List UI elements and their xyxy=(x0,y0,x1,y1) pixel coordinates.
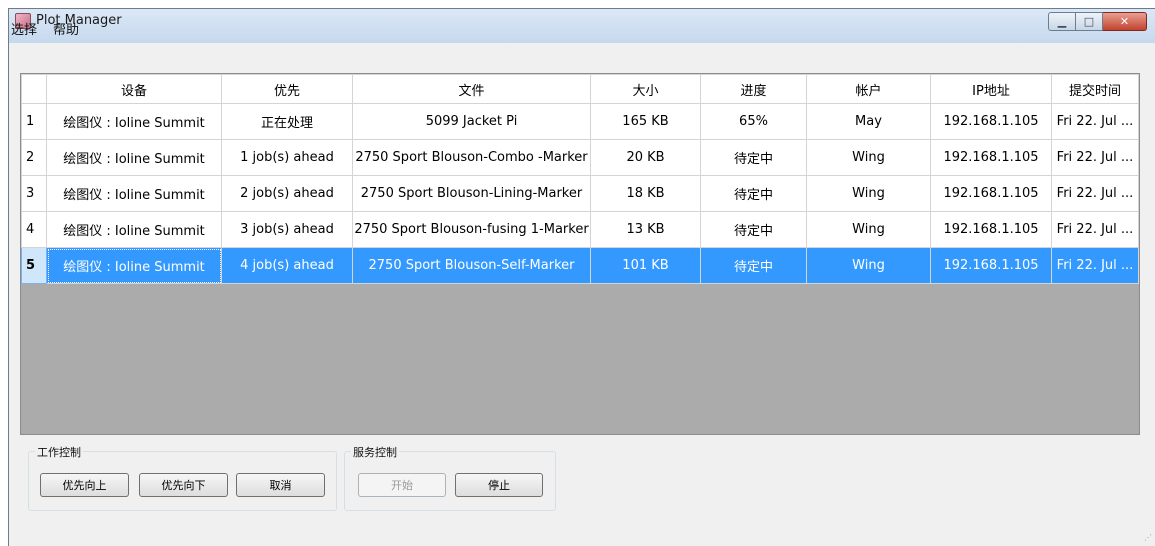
cell-progress[interactable]: 待定中 xyxy=(700,175,807,212)
cell-progress[interactable]: 待定中 xyxy=(700,139,807,176)
cell-ip[interactable]: 192.168.1.105 xyxy=(930,211,1052,248)
cell-ip[interactable]: 192.168.1.105 xyxy=(930,103,1052,140)
cell-progress[interactable]: 待定中 xyxy=(700,211,807,248)
cell-device[interactable]: 绘图仪 : Ioline Summit xyxy=(46,247,222,284)
column-header-account[interactable]: 帐户 xyxy=(806,74,931,104)
cell-device[interactable]: 绘图仪 : Ioline Summit xyxy=(46,103,222,140)
cell-account[interactable]: May xyxy=(806,103,931,140)
service-control-label: 服务控制 xyxy=(351,444,399,460)
minimize-icon: ▁ xyxy=(1057,15,1067,28)
job-table: 设备 优先 文件 大小 进度 帐户 IP地址 提交时间 1 绘图仪 : Ioli… xyxy=(21,74,1139,284)
close-icon: ✕ xyxy=(1119,15,1130,28)
cell-submit-time[interactable]: Fri 22. Jul ... xyxy=(1051,103,1139,140)
stop-button[interactable]: 停止 xyxy=(455,473,543,497)
minimize-button[interactable]: ▁ xyxy=(1048,12,1076,31)
cell-priority[interactable]: 1 job(s) ahead xyxy=(221,139,353,176)
plot-job-grid[interactable]: 设备 优先 文件 大小 进度 帐户 IP地址 提交时间 1 绘图仪 : Ioli… xyxy=(20,73,1140,435)
row-number[interactable]: 5 xyxy=(21,247,47,284)
resize-grip-icon[interactable]: ⋰ xyxy=(1144,533,1152,542)
column-header-file[interactable]: 文件 xyxy=(352,74,591,104)
cell-file[interactable]: 2750 Sport Blouson-fusing 1-Marker xyxy=(352,211,591,248)
row-number[interactable]: 4 xyxy=(21,211,47,248)
cell-priority[interactable]: 3 job(s) ahead xyxy=(221,211,353,248)
column-header-ip[interactable]: IP地址 xyxy=(930,74,1052,104)
column-header-progress[interactable]: 进度 xyxy=(700,74,807,104)
cell-ip[interactable]: 192.168.1.105 xyxy=(930,247,1052,284)
cell-device[interactable]: 绘图仪 : Ioline Summit xyxy=(46,175,222,212)
cell-file[interactable]: 5099 Jacket Pi xyxy=(352,103,591,140)
cell-priority[interactable]: 正在处理 xyxy=(221,103,353,140)
priority-down-button[interactable]: 优先向下 xyxy=(139,473,228,497)
cell-file[interactable]: 2750 Sport Blouson-Combo -Marker xyxy=(352,139,591,176)
cell-size[interactable]: 20 KB xyxy=(590,139,701,176)
table-row[interactable]: 2 绘图仪 : Ioline Summit 1 job(s) ahead 275… xyxy=(21,139,1139,176)
priority-up-button[interactable]: 优先向上 xyxy=(40,473,129,497)
cell-priority[interactable]: 2 job(s) ahead xyxy=(221,175,353,212)
cell-account[interactable]: Wing xyxy=(806,211,931,248)
cell-account[interactable]: Wing xyxy=(806,247,931,284)
cell-account[interactable]: Wing xyxy=(806,139,931,176)
cell-submit-time[interactable]: Fri 22. Jul ... xyxy=(1051,247,1139,284)
cell-size[interactable]: 18 KB xyxy=(590,175,701,212)
cell-size[interactable]: 13 KB xyxy=(590,211,701,248)
column-header-priority[interactable]: 优先 xyxy=(221,74,353,104)
start-button[interactable]: 开始 xyxy=(358,473,446,497)
cell-submit-time[interactable]: Fri 22. Jul ... xyxy=(1051,211,1139,248)
column-header-device[interactable]: 设备 xyxy=(46,74,222,104)
menu-select[interactable]: 选择 xyxy=(11,19,37,38)
maximize-button[interactable]: □ xyxy=(1076,12,1103,31)
table-row[interactable]: 4 绘图仪 : Ioline Summit 3 job(s) ahead 275… xyxy=(21,211,1139,248)
window-controls: ▁ □ ✕ xyxy=(1048,12,1147,31)
cell-file[interactable]: 2750 Sport Blouson-Self-Marker xyxy=(352,247,591,284)
cell-submit-time[interactable]: Fri 22. Jul ... xyxy=(1051,175,1139,212)
cell-size[interactable]: 165 KB xyxy=(590,103,701,140)
job-control-group: 工作控制 优先向上 优先向下 取消 xyxy=(28,444,337,511)
cell-priority[interactable]: 4 job(s) ahead xyxy=(221,247,353,284)
cancel-button[interactable]: 取消 xyxy=(236,473,325,497)
cell-account[interactable]: Wing xyxy=(806,175,931,212)
table-row[interactable]: 1 绘图仪 : Ioline Summit 正在处理 5099 Jacket P… xyxy=(21,103,1139,140)
row-number[interactable]: 2 xyxy=(21,139,47,176)
column-header-submit-time[interactable]: 提交时间 xyxy=(1051,74,1139,104)
corner-header[interactable] xyxy=(21,74,47,104)
cell-device[interactable]: 绘图仪 : Ioline Summit xyxy=(46,139,222,176)
menu-help[interactable]: 帮助 xyxy=(53,19,79,38)
close-button[interactable]: ✕ xyxy=(1103,12,1147,31)
table-row-selected[interactable]: 5 绘图仪 : Ioline Summit 4 job(s) ahead 275… xyxy=(21,247,1139,284)
title-bar[interactable]: Plot Manager ▁ □ ✕ xyxy=(9,9,1155,43)
cell-progress[interactable]: 65% xyxy=(700,103,807,140)
cell-submit-time[interactable]: Fri 22. Jul ... xyxy=(1051,139,1139,176)
maximize-icon: □ xyxy=(1083,15,1095,28)
cell-progress[interactable]: 待定中 xyxy=(700,247,807,284)
row-number[interactable]: 3 xyxy=(21,175,47,212)
table-row[interactable]: 3 绘图仪 : Ioline Summit 2 job(s) ahead 275… xyxy=(21,175,1139,212)
table-header-row: 设备 优先 文件 大小 进度 帐户 IP地址 提交时间 xyxy=(21,74,1139,104)
cell-ip[interactable]: 192.168.1.105 xyxy=(930,175,1052,212)
column-header-size[interactable]: 大小 xyxy=(590,74,701,104)
cell-ip[interactable]: 192.168.1.105 xyxy=(930,139,1052,176)
row-number[interactable]: 1 xyxy=(21,103,47,140)
cell-size[interactable]: 101 KB xyxy=(590,247,701,284)
job-control-label: 工作控制 xyxy=(35,444,83,460)
cell-device[interactable]: 绘图仪 : Ioline Summit xyxy=(46,211,222,248)
cell-file[interactable]: 2750 Sport Blouson-Lining-Marker xyxy=(352,175,591,212)
service-control-group: 服务控制 开始 停止 xyxy=(344,444,556,511)
